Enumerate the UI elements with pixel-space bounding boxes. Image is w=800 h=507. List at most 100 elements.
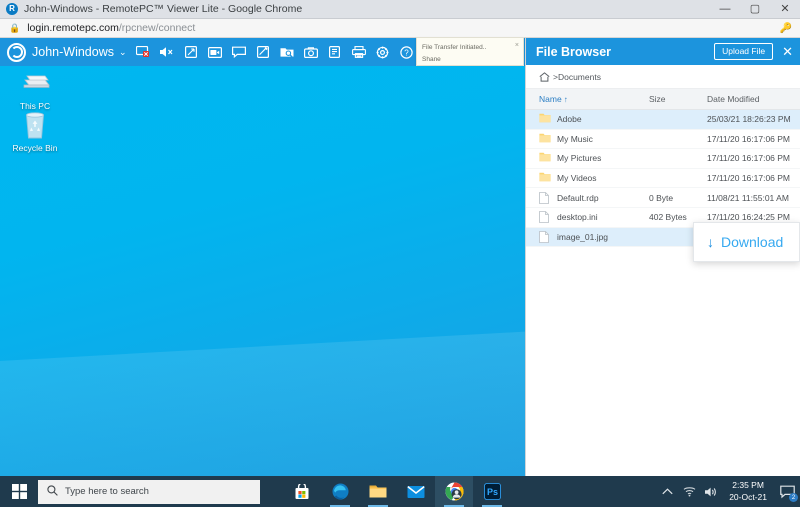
toast-title: File Transfer Initiated.. — [422, 42, 518, 54]
svg-text:?: ? — [404, 48, 409, 57]
chat-icon[interactable] — [227, 38, 251, 66]
help-icon[interactable]: ? — [395, 38, 419, 66]
file-icon — [539, 231, 551, 243]
desktop-icon-recycle-bin[interactable]: Recycle Bin — [2, 110, 68, 153]
taskbar-mail-icon[interactable] — [397, 476, 435, 507]
file-name-cell[interactable]: My Pictures — [539, 152, 649, 164]
download-menu-item[interactable]: Download — [721, 234, 783, 250]
folder-icon — [539, 113, 551, 125]
breadcrumb-current[interactable]: Documents — [558, 72, 601, 82]
browser-titlebar: R John-Windows - RemotePC™ Viewer Lite -… — [0, 0, 800, 19]
taskbar-microsoft-store-icon[interactable] — [283, 476, 321, 507]
file-name-cell[interactable]: My Videos — [539, 172, 649, 184]
file-browser-icon[interactable] — [275, 38, 299, 66]
remotepc-logo-icon — [7, 43, 26, 62]
home-icon[interactable] — [539, 72, 550, 82]
whiteboard-icon[interactable] — [251, 38, 275, 66]
disconnect-monitor-icon[interactable] — [131, 38, 155, 66]
download-context-menu: ↓ Download — [693, 222, 800, 262]
screenshot-icon[interactable] — [299, 38, 323, 66]
search-input[interactable]: Type here to search — [38, 480, 260, 504]
file-icon — [539, 192, 551, 204]
column-header-size[interactable]: Size — [649, 94, 707, 104]
file-name-cell[interactable]: image_01.jpg — [539, 231, 649, 243]
download-arrow-icon: ↓ — [707, 235, 714, 249]
table-row[interactable]: Default.rdp 0 Byte11/08/21 11:55:01 AM — [526, 188, 800, 208]
table-row[interactable]: My Music17/11/20 16:17:06 PM — [526, 130, 800, 150]
notifications-icon[interactable]: 2 — [774, 476, 800, 507]
file-table-header: Name↑ Size Date Modified — [526, 89, 800, 110]
file-name-cell[interactable]: Default.rdp — [539, 192, 649, 204]
fullscreen-icon[interactable] — [179, 38, 203, 66]
desktop-icon-label: Recycle Bin — [13, 143, 58, 153]
column-header-date[interactable]: Date Modified — [707, 94, 800, 104]
notification-count-badge: 2 — [789, 493, 798, 502]
search-placeholder: Type here to search — [65, 486, 149, 497]
file-name-label: Default.rdp — [557, 193, 599, 203]
windows-taskbar: Type here to search — [0, 476, 800, 507]
file-name-cell[interactable]: My Music — [539, 133, 649, 145]
taskbar-photoshop-icon[interactable]: Ps — [473, 476, 511, 507]
folder-icon — [539, 172, 551, 184]
remote-print-icon[interactable] — [347, 38, 371, 66]
video-icon[interactable] — [203, 38, 227, 66]
file-date-cell: 17/11/20 16:24:25 PM — [707, 212, 800, 222]
browser-toolbar: 🔒 login.remotepc.com/rpcnew/connect 🔑 — [0, 19, 800, 38]
column-header-name[interactable]: Name↑ — [539, 94, 649, 104]
taskbar-file-explorer-icon[interactable] — [359, 476, 397, 507]
chevron-down-icon[interactable]: ⌄ — [119, 47, 127, 58]
mute-speaker-icon[interactable] — [155, 38, 179, 66]
search-icon — [47, 485, 58, 499]
breadcrumb: > Documents — [526, 65, 800, 89]
remote-desktop-canvas[interactable]: This PC Recycle Bin — [0, 66, 525, 476]
wifi-icon[interactable] — [678, 476, 700, 507]
taskbar-clock[interactable]: 2:35 PM 20-Oct-21 — [722, 480, 774, 503]
file-name-label: My Videos — [557, 173, 597, 183]
maximize-button[interactable]: ▢ — [740, 0, 770, 19]
file-name-cell[interactable]: desktop.ini — [539, 211, 649, 223]
connected-host-name[interactable]: John-Windows — [32, 45, 114, 59]
file-name-label: Adobe — [557, 114, 582, 124]
notes-icon[interactable] — [323, 38, 347, 66]
file-browser-title: File Browser — [536, 45, 611, 59]
tray-chevron-up-icon[interactable] — [656, 476, 678, 507]
url-path: /rpcnew/connect — [119, 22, 195, 34]
file-icon — [539, 211, 551, 223]
remotepc-favicon: R — [6, 3, 18, 15]
lock-icon[interactable]: 🔒 — [9, 23, 20, 34]
key-icon[interactable]: 🔑 — [780, 23, 792, 34]
file-date-cell: 17/11/20 16:17:06 PM — [707, 153, 800, 163]
address-bar[interactable]: login.remotepc.com/rpcnew/connect — [27, 22, 195, 34]
file-size-cell: 0 Byte — [649, 193, 707, 203]
table-row[interactable]: My Videos17/11/20 16:17:06 PM — [526, 169, 800, 189]
url-host: login.remotepc.com — [27, 22, 119, 34]
windows-start-icon[interactable] — [0, 476, 38, 507]
browser-tab-title[interactable]: John-Windows - RemotePC™ Viewer Lite - G… — [24, 3, 302, 15]
file-transfer-toast: × File Transfer Initiated.. Shane — [416, 37, 524, 66]
close-window-button[interactable]: ✕ — [770, 0, 800, 19]
file-date-cell: 11/08/21 11:55:01 AM — [707, 193, 800, 203]
file-name-cell[interactable]: Adobe — [539, 113, 649, 125]
folder-icon — [539, 133, 551, 145]
recycle-bin-icon — [2, 110, 68, 142]
taskbar-microsoft-edge-icon[interactable] — [321, 476, 359, 507]
toast-close-icon[interactable]: × — [515, 40, 519, 53]
upload-file-button[interactable]: Upload File — [714, 43, 773, 60]
desktop-icon-this-pc[interactable]: This PC — [2, 68, 68, 111]
table-row[interactable]: Adobe25/03/21 18:26:23 PM — [526, 110, 800, 130]
clock-date: 20-Oct-21 — [729, 492, 767, 503]
toast-user: Shane — [422, 54, 518, 66]
table-row[interactable]: My Pictures 17/11/20 16:17:06 PM — [526, 149, 800, 169]
clock-time: 2:35 PM — [729, 480, 767, 491]
taskbar-chrome-icon[interactable] — [435, 476, 473, 507]
file-name-label: My Music — [557, 134, 593, 144]
file-size-cell: 402 Bytes — [649, 212, 707, 222]
sort-ascending-icon: ↑ — [564, 95, 568, 104]
folder-icon — [539, 152, 551, 164]
minimize-button[interactable]: — — [710, 0, 740, 19]
close-icon[interactable]: ✕ — [782, 45, 793, 58]
svg-text:Ps: Ps — [486, 487, 497, 497]
file-name-label: desktop.ini — [557, 212, 598, 222]
volume-icon[interactable] — [700, 476, 722, 507]
settings-gear-icon[interactable] — [371, 38, 395, 66]
